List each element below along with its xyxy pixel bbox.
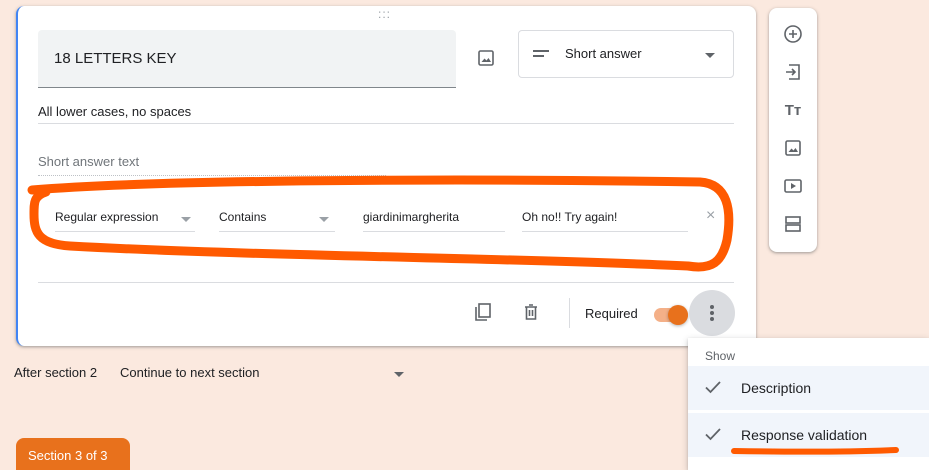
show-options-menu: Show Description Response validation xyxy=(688,338,929,470)
description-field[interactable]: All lower cases, no spaces xyxy=(38,104,734,124)
chevron-down-icon xyxy=(705,53,715,58)
footer-vertical-divider xyxy=(569,298,570,328)
section-tab[interactable]: Section 3 of 3 xyxy=(16,438,130,470)
validation-pattern-input[interactable]: giardinimargherita xyxy=(363,210,505,232)
close-icon[interactable]: × xyxy=(706,207,715,225)
plus-circle-icon xyxy=(784,25,802,43)
validation-type-dropdown[interactable]: Regular expression xyxy=(55,210,195,232)
chevron-down-icon[interactable] xyxy=(394,372,404,377)
question-card[interactable]: ::: 18 LETTERS KEY Short answer All lowe… xyxy=(16,6,756,346)
more-options-icon[interactable] xyxy=(689,290,735,336)
add-video-icon[interactable] xyxy=(781,174,805,198)
add-section-icon[interactable] xyxy=(781,212,805,236)
import-icon xyxy=(786,64,800,80)
menu-item-label: Description xyxy=(741,380,812,396)
question-title-field[interactable]: 18 LETTERS KEY xyxy=(38,30,456,88)
side-toolbar: Tт xyxy=(769,8,817,252)
chevron-down-icon xyxy=(181,217,191,222)
chevron-down-icon xyxy=(319,217,329,222)
question-title: 18 LETTERS KEY xyxy=(54,50,177,67)
required-toggle-thumb[interactable] xyxy=(668,305,688,325)
question-type-dropdown[interactable]: Short answer xyxy=(518,30,734,78)
image-icon xyxy=(478,50,494,66)
section-icon xyxy=(785,216,801,232)
add-question-icon[interactable] xyxy=(781,22,805,46)
validation-type-label: Regular expression xyxy=(55,210,159,224)
drag-handle-icon[interactable]: ::: xyxy=(378,8,391,20)
copy-icon xyxy=(475,303,491,321)
menu-header: Show xyxy=(705,349,736,363)
trash-icon xyxy=(525,304,537,320)
check-icon xyxy=(705,428,721,441)
required-label: Required xyxy=(585,306,638,321)
validation-condition-label: Contains xyxy=(219,210,267,224)
footer-divider xyxy=(38,282,734,283)
after-section-label: After section 2 xyxy=(14,365,98,380)
validation-condition-dropdown[interactable]: Contains xyxy=(219,210,335,232)
add-title-icon[interactable]: Tт xyxy=(781,98,805,122)
import-questions-icon[interactable] xyxy=(781,60,805,84)
duplicate-icon[interactable] xyxy=(473,302,493,322)
check-icon xyxy=(705,381,721,394)
response-validation-row: Regular expression Contains giardinimarg… xyxy=(38,207,738,240)
after-section-dropdown[interactable]: Continue to next section xyxy=(120,365,259,380)
validation-error-text-input[interactable]: Oh no!! Try again! xyxy=(522,210,688,232)
image-icon xyxy=(785,140,801,156)
short-answer-preview: Short answer text xyxy=(38,154,386,176)
add-image-tool-icon[interactable] xyxy=(781,136,805,160)
add-image-icon[interactable] xyxy=(474,46,498,70)
short-answer-icon xyxy=(533,50,549,60)
menu-item-label: Response validation xyxy=(741,427,868,443)
menu-item-description[interactable]: Description xyxy=(688,366,929,410)
menu-item-response-validation[interactable]: Response validation xyxy=(688,413,929,457)
video-icon xyxy=(784,179,802,193)
delete-icon[interactable] xyxy=(521,302,541,322)
question-type-label: Short answer xyxy=(565,46,642,61)
